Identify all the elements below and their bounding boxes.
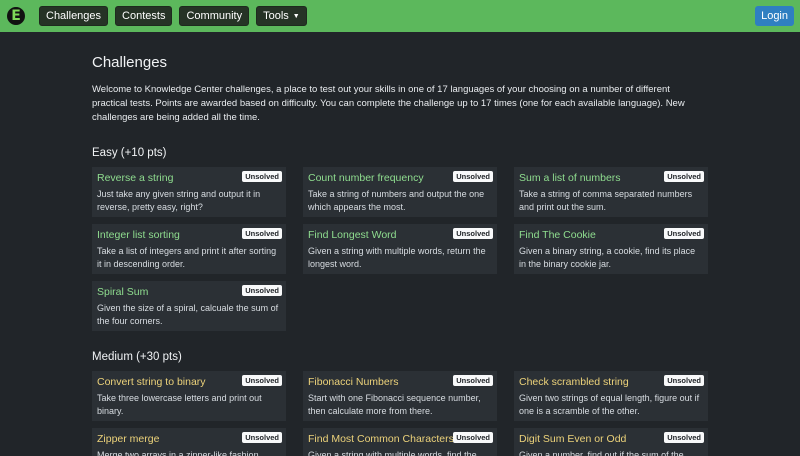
status-badge: Unsolved xyxy=(453,228,493,239)
main-content: Challenges Welcome to Knowledge Center c… xyxy=(0,32,800,456)
login-button[interactable]: Login xyxy=(755,6,794,26)
challenge-description: Take a string of comma separated numbers… xyxy=(519,189,693,212)
challenge-section: Medium (+30 pts) Convert string to binary… xyxy=(92,351,708,456)
nav-contests-button[interactable]: Contests xyxy=(115,6,173,26)
challenge-grid: Convert string to binary Unsolved Take thr… xyxy=(92,371,708,456)
page-intro: Welcome to Knowledge Center challenges, … xyxy=(92,84,685,123)
challenge-description: Given a string with multiple words, retu… xyxy=(308,246,486,269)
status-badge: Unsolved xyxy=(453,432,493,443)
nav-tools-label: Tools xyxy=(263,10,289,22)
challenge-card[interactable]: Find Longest Word Unsolved Given a string … xyxy=(303,224,497,274)
caret-down-icon: ▼ xyxy=(292,12,300,20)
challenge-sections: Easy (+10 pts) Reverse a string Unsolved Ju… xyxy=(92,147,708,456)
navbar: E Challenges Contests Community Tools ▼ … xyxy=(0,0,800,32)
challenge-description: Just take any given string and output it… xyxy=(97,189,261,212)
challenge-card[interactable]: Integer list sorting Unsolved Take a list … xyxy=(92,224,286,274)
challenge-card[interactable]: Fibonacci Numbers Unsolved Start with one … xyxy=(303,371,497,421)
status-badge: Unsolved xyxy=(664,228,704,239)
logo-letter: E xyxy=(11,8,21,24)
challenge-grid: Reverse a string Unsolved Just take any gi… xyxy=(92,167,708,331)
challenge-section: Easy (+10 pts) Reverse a string Unsolved Ju… xyxy=(92,147,708,331)
challenge-description: Given two strings of equal length, figur… xyxy=(519,393,700,416)
section-heading: Medium (+30 pts) xyxy=(92,351,182,363)
status-badge: Unsolved xyxy=(453,171,493,182)
status-badge: Unsolved xyxy=(242,432,282,443)
challenge-card[interactable]: Sum a list of numbers Unsolved Take a stri… xyxy=(514,167,708,217)
challenge-description: Take a list of integers and print it aft… xyxy=(97,246,277,269)
challenge-description: Given a binary string, a cookie, find it… xyxy=(519,246,696,269)
challenge-card[interactable]: Find The Cookie Unsolved Given a binary st… xyxy=(514,224,708,274)
challenge-description: Given the size of a spiral, calcuale the… xyxy=(97,303,279,326)
status-badge: Unsolved xyxy=(242,228,282,239)
challenge-card[interactable]: Reverse a string Unsolved Just take any gi… xyxy=(92,167,286,217)
status-badge: Unsolved xyxy=(242,375,282,386)
challenge-card[interactable]: Spiral Sum Unsolved Given the size of a sp… xyxy=(92,281,286,331)
status-badge: Unsolved xyxy=(664,375,704,386)
challenge-card[interactable]: Count number frequency Unsolved Take a str… xyxy=(303,167,497,217)
status-badge: Unsolved xyxy=(242,171,282,182)
nav-tools-dropdown[interactable]: Tools ▼ xyxy=(256,6,307,26)
nav-community-button[interactable]: Community xyxy=(179,6,250,26)
challenge-card[interactable]: Find Most Common Characters Unsolved Given… xyxy=(303,428,497,456)
challenge-description: Take three lowercase letters and print o… xyxy=(97,393,262,416)
page-title: Challenges xyxy=(92,54,168,71)
challenge-description: Start with one Fibonacci sequence number… xyxy=(308,393,481,416)
challenge-card[interactable]: Check scrambled string Unsolved Given two … xyxy=(514,371,708,421)
status-badge: Unsolved xyxy=(664,171,704,182)
challenge-description: Given a string with multiple words, find… xyxy=(308,450,477,456)
site-logo[interactable]: E xyxy=(6,6,26,26)
status-badge: Unsolved xyxy=(242,285,282,296)
challenge-card[interactable]: Convert string to binary Unsolved Take thr… xyxy=(92,371,286,421)
status-badge: Unsolved xyxy=(664,432,704,443)
status-badge: Unsolved xyxy=(453,375,493,386)
nav-challenges-button[interactable]: Challenges xyxy=(39,6,109,26)
challenge-card[interactable]: Zipper merge Unsolved Merge two arrays in … xyxy=(92,428,286,456)
challenge-description: Merge two arrays in a zipper-like fashio… xyxy=(97,450,262,456)
challenge-description: Given a number, find out if the sum of t… xyxy=(519,450,684,456)
challenge-card[interactable]: Digit Sum Even or Odd Unsolved Given a num… xyxy=(514,428,708,456)
section-heading: Easy (+10 pts) xyxy=(92,147,167,159)
challenge-description: Take a string of numbers and output the … xyxy=(308,189,485,212)
